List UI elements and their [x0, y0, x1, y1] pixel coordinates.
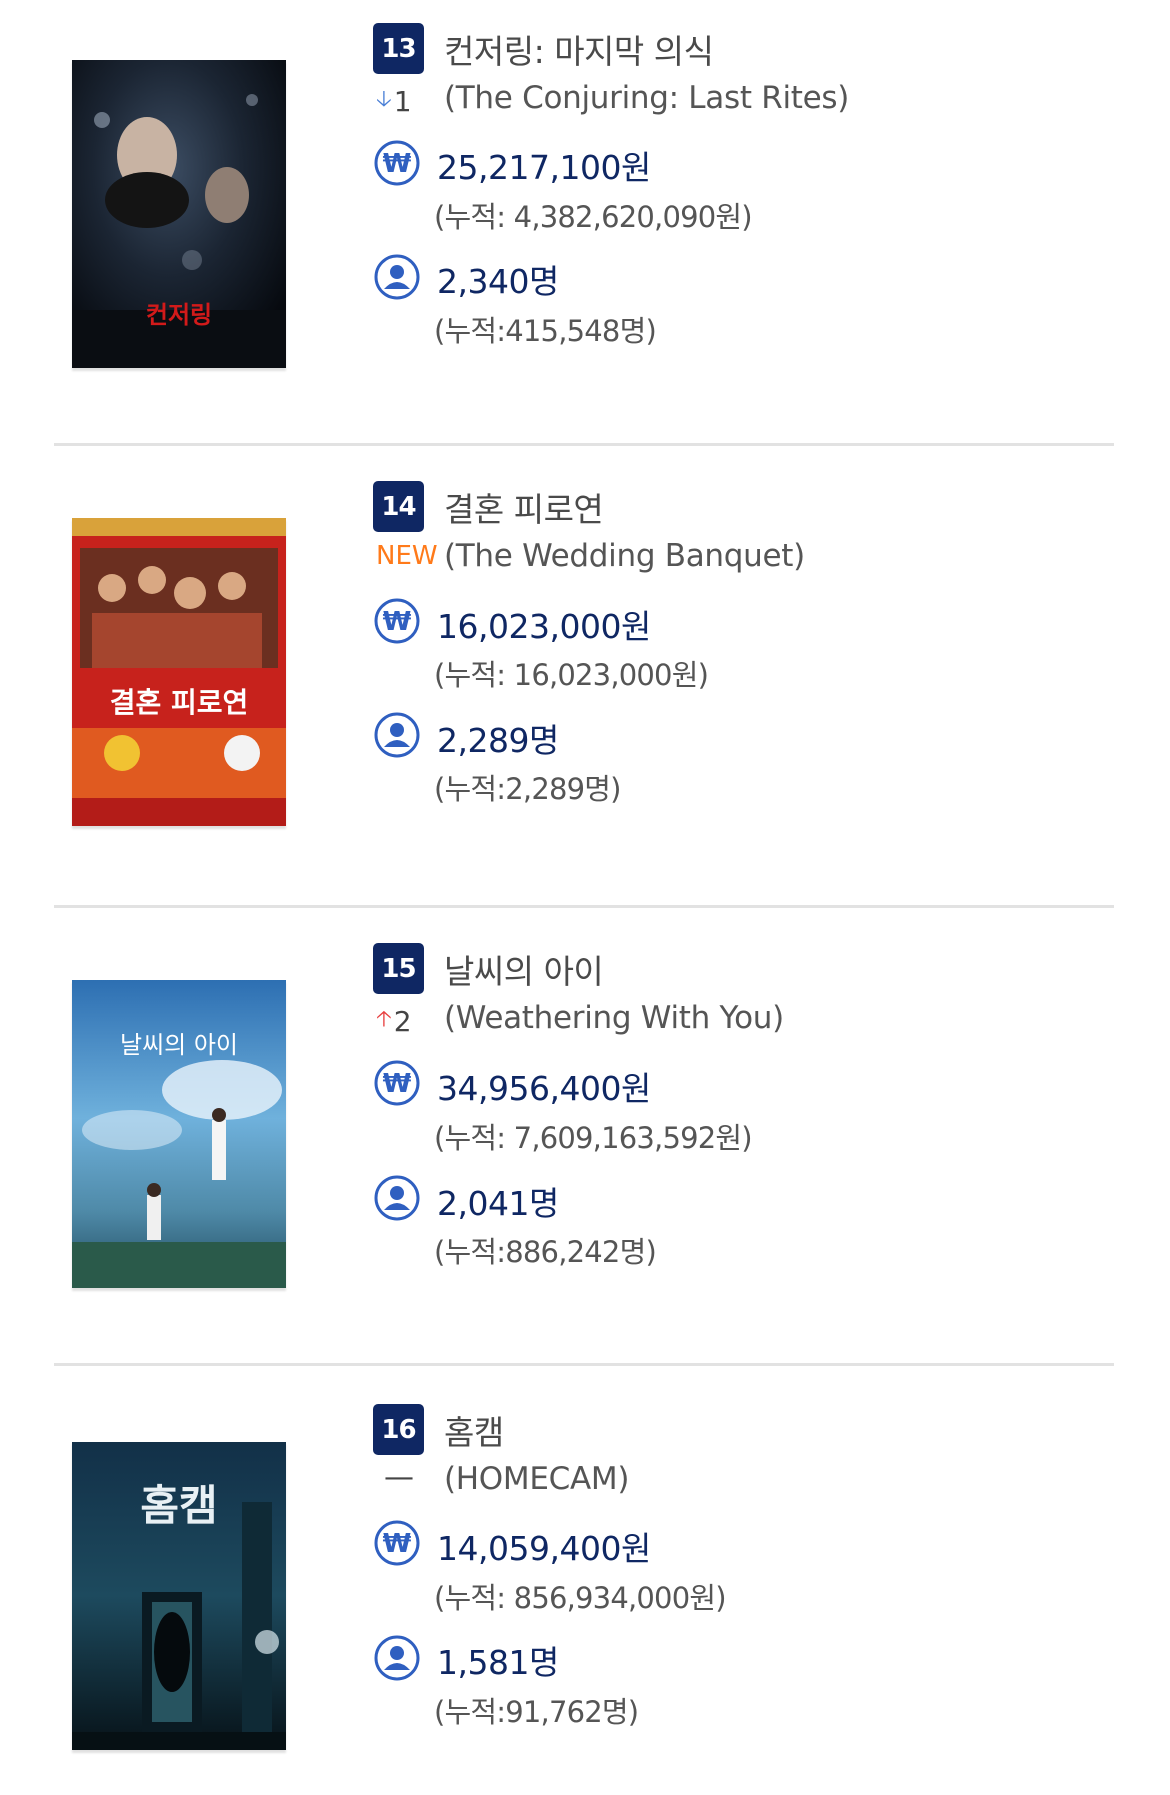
revenue-value: 34,956,400원: [437, 1069, 651, 1108]
won-currency-icon: ₩: [373, 1059, 421, 1107]
revenue-value: 16,023,000원: [437, 607, 651, 646]
person-icon: [373, 1174, 421, 1222]
rank-change-none: —: [384, 1460, 414, 1495]
rank-change-value: 2: [393, 1004, 412, 1038]
movie-poster[interactable]: 날씨의 아이: [72, 980, 286, 1288]
rank-badge: 14: [373, 481, 424, 532]
list-divider: [54, 443, 1114, 446]
list-divider: [54, 905, 1114, 908]
list-divider: [54, 1363, 1114, 1366]
arrow-up-icon: 🡡: [376, 1007, 392, 1032]
audience-value: 2,340명: [437, 262, 559, 301]
audience-cumulative: (누적:2,289명): [434, 772, 621, 806]
movie-title-korean[interactable]: 결혼 피로연: [444, 483, 604, 531]
svg-text:₩: ₩: [383, 1529, 412, 1559]
rank-change: 🡡 2: [376, 1002, 432, 1040]
person-icon: [373, 253, 421, 301]
movie-title-english[interactable]: (HOMECAM): [444, 1461, 629, 1497]
movie-title-english[interactable]: (The Conjuring: Last Rites): [444, 80, 849, 116]
person-icon: [373, 711, 421, 759]
audience-value: 2,041명: [437, 1184, 559, 1223]
rank-badge: 13: [373, 23, 424, 74]
svg-text:₩: ₩: [383, 607, 412, 637]
movie-poster[interactable]: 홈캠: [72, 1442, 286, 1750]
movie-poster[interactable]: 컨저링: [72, 60, 286, 368]
revenue-cumulative: (누적: 7,609,163,592원): [434, 1121, 753, 1155]
won-currency-icon: ₩: [373, 1519, 421, 1567]
movie-title-english[interactable]: (The Wedding Banquet): [444, 538, 805, 574]
arrow-down-icon: 🡣: [376, 87, 392, 112]
rank-change-value: 1: [393, 84, 412, 118]
audience-value: 2,289명: [437, 721, 559, 760]
rank-badge: 15: [373, 943, 424, 994]
movie-title-korean[interactable]: 홈캠: [444, 1406, 504, 1454]
movie-title-korean[interactable]: 날씨의 아이: [444, 945, 604, 993]
revenue-cumulative: (누적: 16,023,000원): [434, 658, 709, 692]
movie-poster[interactable]: 결혼 피로연: [72, 518, 286, 826]
revenue-cumulative: (누적: 856,934,000원): [434, 1581, 727, 1615]
poster-title: 홈캠: [140, 1481, 218, 1530]
revenue-cumulative: (누적: 4,382,620,090원): [434, 200, 753, 234]
wedding-banquet-poster-image: [72, 518, 286, 826]
audience-cumulative: (누적:415,548명): [434, 314, 657, 348]
new-badge: NEW: [376, 541, 438, 571]
movie-title-english[interactable]: (Weathering With You): [444, 1000, 784, 1036]
poster-title: 결혼 피로연: [109, 686, 249, 719]
svg-text:₩: ₩: [383, 1069, 412, 1099]
revenue-value: 14,059,400원: [437, 1529, 651, 1568]
revenue-value: 25,217,100원: [437, 148, 651, 187]
audience-value: 1,581명: [437, 1643, 559, 1682]
poster-title: 날씨의 아이: [119, 1031, 239, 1059]
poster-title: 컨저링: [145, 300, 213, 329]
audience-cumulative: (누적:91,762명): [434, 1695, 639, 1729]
movie-title-korean[interactable]: 컨저링: 마지막 의식: [444, 25, 714, 73]
svg-text:₩: ₩: [383, 149, 412, 179]
rank-badge: 16: [373, 1404, 424, 1455]
person-icon: [373, 1634, 421, 1682]
won-currency-icon: ₩: [373, 597, 421, 645]
rank-change: 🡣 1: [376, 82, 432, 120]
audience-cumulative: (누적:886,242명): [434, 1235, 657, 1269]
won-currency-icon: ₩: [373, 139, 421, 187]
